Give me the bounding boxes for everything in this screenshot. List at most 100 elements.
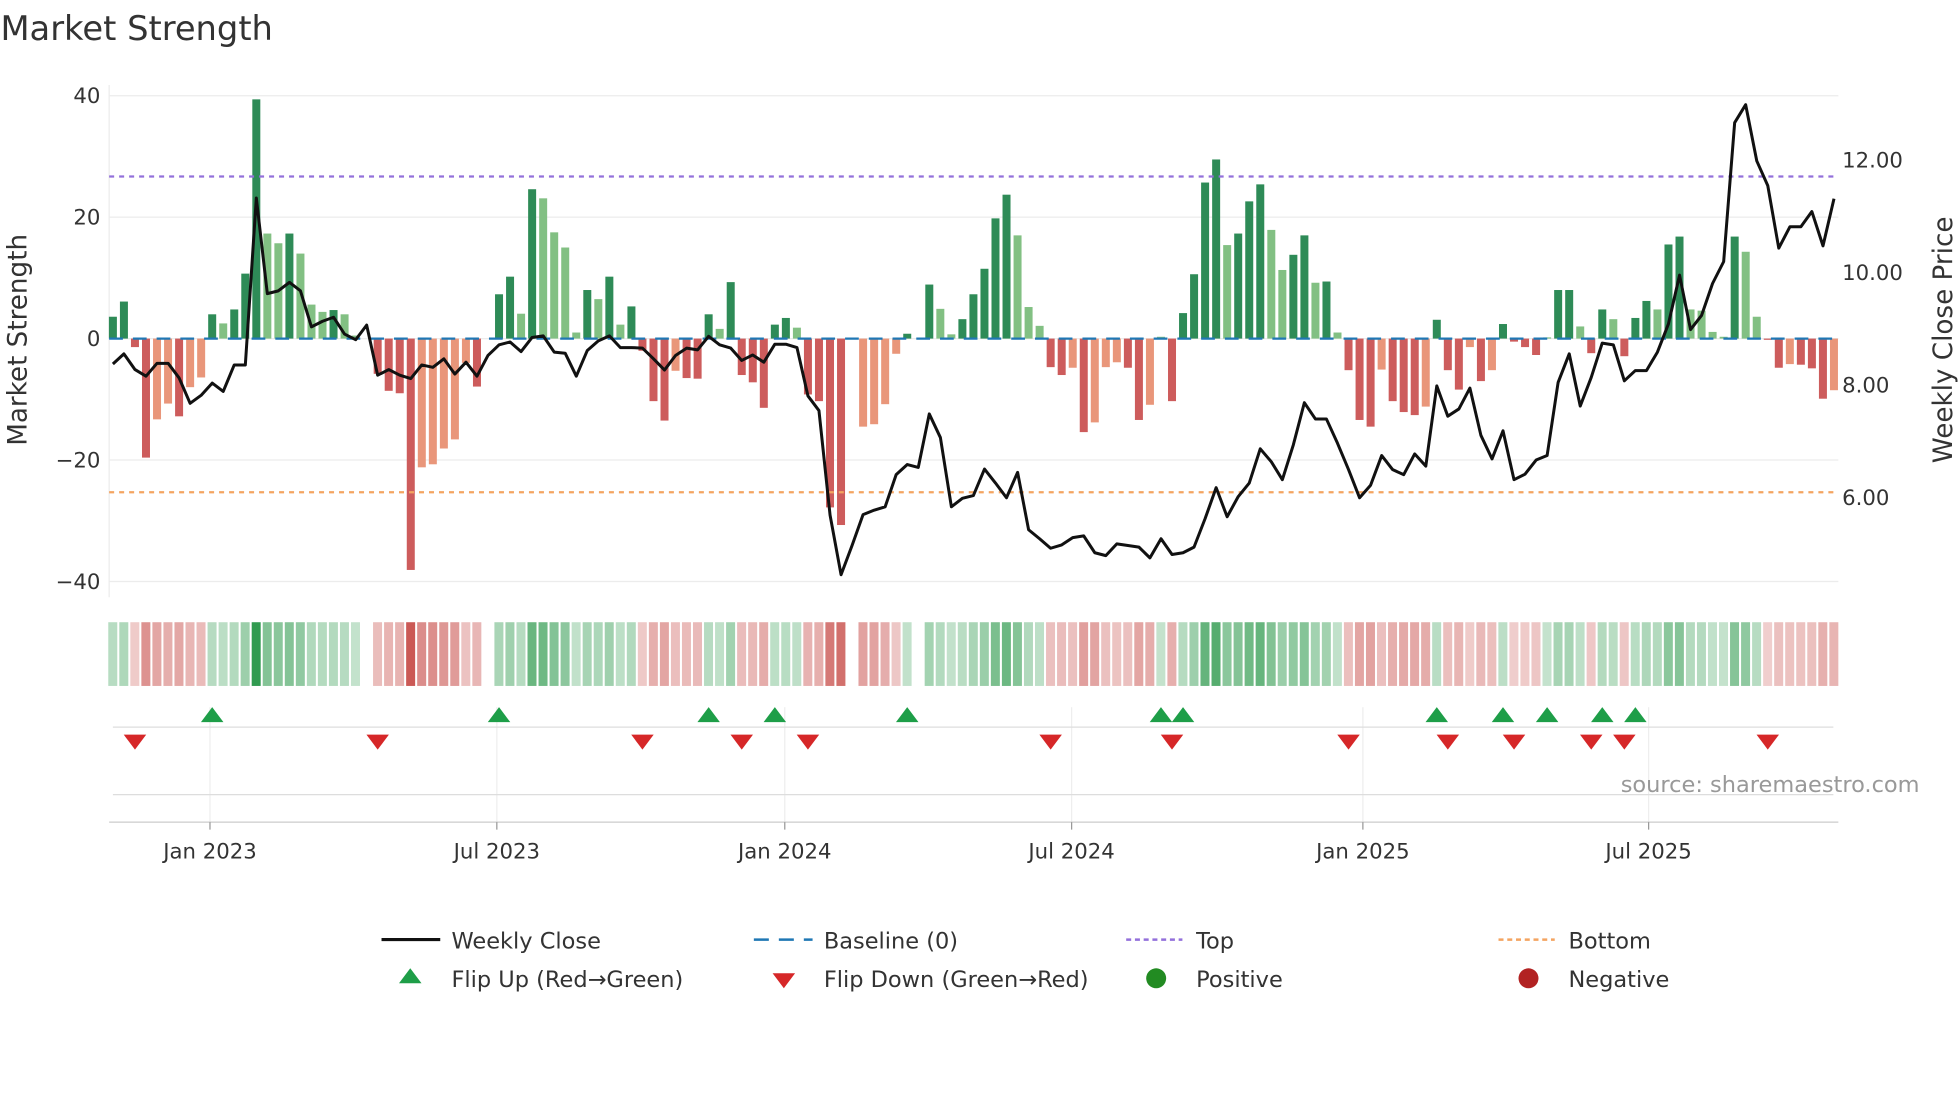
band-cell bbox=[1377, 622, 1387, 686]
strength-bar bbox=[1410, 338, 1419, 416]
strength-bar bbox=[980, 268, 989, 339]
strength-bar bbox=[1057, 338, 1066, 376]
band-cell bbox=[1630, 622, 1640, 686]
band-cell bbox=[1365, 622, 1375, 686]
strength-bar bbox=[627, 306, 636, 339]
legend-label: Negative bbox=[1568, 967, 1669, 993]
strength-bar bbox=[1101, 338, 1110, 368]
band-cell bbox=[1564, 622, 1574, 686]
band-cell bbox=[527, 622, 537, 686]
band-cell bbox=[1343, 622, 1353, 686]
band-cell bbox=[152, 622, 162, 686]
band-cell bbox=[1465, 622, 1475, 686]
strength-bar bbox=[1013, 235, 1022, 339]
strength-bar bbox=[1454, 338, 1463, 390]
strength-bar bbox=[1763, 338, 1772, 340]
strength-bar bbox=[197, 338, 206, 378]
flip-up-marker bbox=[1491, 707, 1515, 723]
strength-bar bbox=[1653, 309, 1662, 339]
band-cell bbox=[1685, 622, 1695, 686]
band-cell bbox=[726, 622, 736, 686]
y-tick-label: 20 bbox=[73, 206, 100, 231]
strength-bar bbox=[1774, 338, 1783, 368]
strength-bar bbox=[781, 317, 790, 339]
flip-down-marker bbox=[1580, 734, 1603, 750]
strength-bar bbox=[1366, 338, 1375, 427]
strength-bar bbox=[1532, 338, 1541, 355]
strength-bar bbox=[1278, 269, 1287, 339]
legend-weekly-close: Weekly Close bbox=[381, 928, 601, 954]
strength-bar bbox=[1190, 274, 1199, 339]
strength-bar bbox=[1123, 338, 1132, 368]
strength-bar bbox=[1498, 324, 1507, 339]
band-cell bbox=[538, 622, 548, 686]
triangle-up-icon bbox=[399, 968, 422, 984]
band-cell bbox=[560, 622, 570, 686]
band-cell bbox=[1332, 622, 1342, 686]
strength-bar bbox=[1598, 309, 1607, 339]
strength-bar bbox=[1112, 338, 1121, 363]
strength-bar bbox=[1829, 338, 1838, 391]
strength-bar bbox=[186, 338, 195, 388]
band-cell bbox=[516, 622, 526, 686]
band-cell bbox=[659, 622, 669, 686]
strength-bar bbox=[1245, 201, 1254, 339]
band-cell bbox=[240, 622, 250, 686]
strength-bar bbox=[1432, 319, 1441, 339]
band-cell bbox=[836, 622, 846, 686]
band-cell bbox=[174, 622, 184, 686]
band-cell bbox=[1255, 622, 1265, 686]
flip-markers bbox=[123, 707, 1780, 750]
band-cell bbox=[1399, 622, 1409, 686]
strength-bar bbox=[539, 198, 548, 339]
strength-bar bbox=[616, 324, 625, 339]
legend-label: Flip Up (Red→Green) bbox=[451, 967, 683, 993]
flip-down-marker bbox=[1502, 734, 1526, 750]
band-cell bbox=[417, 622, 427, 686]
band-cell bbox=[781, 622, 791, 686]
band-cell bbox=[273, 622, 283, 686]
flip-down-marker bbox=[1613, 734, 1636, 750]
strength-bar bbox=[439, 338, 448, 449]
band-cell bbox=[1730, 622, 1740, 686]
flip-up-marker bbox=[763, 707, 787, 723]
band-cell bbox=[670, 622, 680, 686]
band-cell bbox=[737, 622, 747, 686]
band-cell bbox=[1498, 622, 1508, 686]
strength-bar bbox=[230, 309, 239, 339]
strength-bar bbox=[1090, 338, 1099, 423]
strength-bar bbox=[417, 338, 426, 468]
strength-bar bbox=[583, 290, 592, 339]
band-cell bbox=[891, 622, 901, 686]
band-cell bbox=[869, 622, 879, 686]
circle-red-icon bbox=[1518, 968, 1539, 989]
band-cell bbox=[648, 622, 658, 686]
strength-bar bbox=[517, 313, 526, 339]
band-cell bbox=[1531, 622, 1541, 686]
strength-bar bbox=[219, 323, 228, 339]
band-cell bbox=[1774, 622, 1784, 686]
flip-down-marker bbox=[1436, 734, 1460, 750]
strength-bar bbox=[318, 311, 327, 339]
band-cell bbox=[604, 622, 614, 686]
strength-bar bbox=[1642, 300, 1651, 339]
strength-bar bbox=[925, 284, 934, 339]
strength-bar bbox=[329, 310, 338, 339]
strength-bar bbox=[859, 338, 868, 427]
strength-bar bbox=[561, 247, 570, 339]
strength-bar bbox=[1212, 159, 1221, 339]
legend-label: Flip Down (Green→Red) bbox=[824, 967, 1089, 993]
band-cell bbox=[1012, 622, 1022, 686]
band-cell bbox=[1035, 622, 1044, 686]
strength-bar bbox=[792, 327, 801, 339]
flip-up-marker bbox=[1425, 707, 1449, 723]
strength-bar bbox=[428, 338, 437, 465]
strength-bar bbox=[649, 338, 658, 402]
band-cell bbox=[1090, 622, 1100, 686]
flip-down-marker bbox=[123, 734, 147, 750]
strength-bar bbox=[164, 338, 173, 404]
band-cell bbox=[428, 622, 438, 686]
strength-bar bbox=[1223, 245, 1232, 339]
strength-bar bbox=[1168, 338, 1177, 402]
band-cell bbox=[1432, 622, 1442, 686]
